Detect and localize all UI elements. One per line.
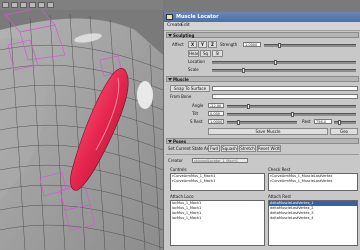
snap-target-field[interactable]: [212, 86, 358, 91]
fwd-state-button[interactable]: Fwd: [208, 145, 220, 152]
location-slider-knob[interactable]: [274, 60, 277, 65]
location-label: Location: [188, 59, 205, 64]
affect-label: Affect: [172, 42, 184, 47]
sculpting-section-header[interactable]: Sculpting: [166, 32, 359, 38]
geo-button[interactable]: Geo: [330, 128, 358, 135]
window-app-icon: [166, 14, 173, 20]
angle-label: Angle: [192, 103, 204, 108]
list-item[interactable]: locMus_1_Mach1: [171, 216, 264, 221]
tilt-slider-knob[interactable]: [291, 112, 294, 117]
angle-slider[interactable]: [227, 104, 356, 109]
strength-field[interactable]: 1.0000: [243, 42, 261, 47]
scale-label: Scale: [188, 67, 199, 72]
renderer-button[interactable]: [38, 2, 45, 8]
muscle-locator-window: Muscle Locator Create Edit Sculpting Aff…: [163, 12, 360, 250]
attach-rest-list[interactable]: deltaMuscleLastVertex_1 deltaMuscleLastV…: [268, 200, 358, 246]
rest-slider[interactable]: [334, 120, 356, 125]
squash-state-button[interactable]: Squash: [221, 145, 238, 152]
scale-slider[interactable]: [212, 68, 356, 73]
3d-viewport[interactable]: [0, 0, 163, 250]
collapse-triangle-icon: [168, 140, 172, 143]
sculpting-header-label: Sculpting: [173, 33, 195, 38]
axis-x-button[interactable]: X: [188, 41, 197, 48]
creator-field[interactable]: skinnedLocator_1_Mach1: [192, 158, 248, 163]
angle-field[interactable]: -22.00: [208, 103, 224, 108]
s-rest-field[interactable]: 1.0000: [208, 119, 224, 124]
rest-label: Rest: [302, 119, 311, 124]
tilt-field[interactable]: 0.000: [208, 111, 224, 116]
window-title: Muscle Locator: [176, 14, 219, 20]
menu-create[interactable]: Create: [167, 22, 182, 30]
poses-header-label: Poses: [173, 139, 187, 144]
attach-loco-header: Attach Loco: [170, 194, 194, 199]
poses-section-header[interactable]: Poses: [166, 138, 359, 144]
sl-mode-button[interactable]: Sl: [212, 50, 223, 57]
tilt-slider[interactable]: [227, 112, 356, 117]
list-item[interactable]: rCurveArmMus_1_Mach1: [171, 179, 264, 184]
rest-slider-knob[interactable]: [338, 120, 341, 125]
sq-mode-button[interactable]: Sq: [200, 50, 211, 57]
reset-width-button[interactable]: Reset Width: [257, 145, 281, 152]
from-bone-label: From Bone: [170, 94, 192, 99]
muscle-section-header[interactable]: Muscle: [166, 76, 359, 82]
creator-label: Creator: [168, 158, 183, 163]
menu-edit[interactable]: Edit: [181, 22, 190, 30]
shading-button[interactable]: [11, 2, 18, 8]
controls-header: Controls: [170, 167, 187, 172]
axis-y-button[interactable]: Y: [198, 41, 207, 48]
check-rest-list[interactable]: rCurveArmMus_1_MuscleLastVertex rCurveAr…: [268, 173, 358, 191]
s-rest-label: S Rest: [190, 119, 203, 124]
angle-slider-knob[interactable]: [247, 104, 250, 109]
divider: [166, 154, 359, 155]
view-button[interactable]: [2, 2, 9, 8]
snap-to-surface-button[interactable]: Snap To Surface: [170, 85, 210, 92]
head-mode-button[interactable]: Head: [188, 50, 199, 57]
save-muscle-button[interactable]: Save Muscle: [208, 128, 328, 135]
viewport-toolbar: [0, 0, 163, 10]
rest-field[interactable]: 756.0: [314, 119, 332, 124]
axis-z-button[interactable]: Z: [208, 41, 217, 48]
list-item[interactable]: rCurveArmMus_1_MuscleLastVertex: [269, 179, 357, 184]
from-bone-field[interactable]: [212, 94, 358, 99]
list-item[interactable]: deltaMuscleLastVertex_4: [269, 216, 357, 221]
menu-bar: Create Edit: [164, 22, 360, 31]
s-rest-slider-knob[interactable]: [237, 120, 240, 125]
scale-slider-knob[interactable]: [242, 68, 245, 73]
show-button[interactable]: [29, 2, 36, 8]
strength-slider[interactable]: [264, 43, 356, 48]
check-rest-header: Check Rest: [268, 167, 291, 172]
viewport-scene: [0, 0, 163, 250]
strength-label: Strength: [220, 42, 238, 47]
controls-list[interactable]: rCurveArmMus_1_Mach1 rCurveArmMus_1_Mach…: [170, 173, 265, 191]
stretch-state-button[interactable]: Stretch: [239, 145, 256, 152]
strength-slider-knob[interactable]: [278, 43, 281, 48]
tilt-label: Tilt: [192, 111, 199, 116]
lighting-button[interactable]: [20, 2, 27, 8]
muscle-header-label: Muscle: [173, 77, 189, 82]
location-slider[interactable]: [212, 60, 356, 65]
set-state-label: Set Current State As: [168, 146, 209, 151]
attach-loco-list[interactable]: locMus_1_Mach1 locMus_1_Mach1 locMus_1_M…: [170, 200, 265, 246]
panels-button[interactable]: [47, 2, 54, 8]
collapse-triangle-icon: [168, 34, 172, 37]
s-rest-slider[interactable]: [227, 120, 297, 125]
collapse-triangle-icon: [168, 78, 172, 81]
window-titlebar[interactable]: Muscle Locator: [164, 12, 360, 22]
attach-rest-header: Attach Rest: [268, 194, 291, 199]
